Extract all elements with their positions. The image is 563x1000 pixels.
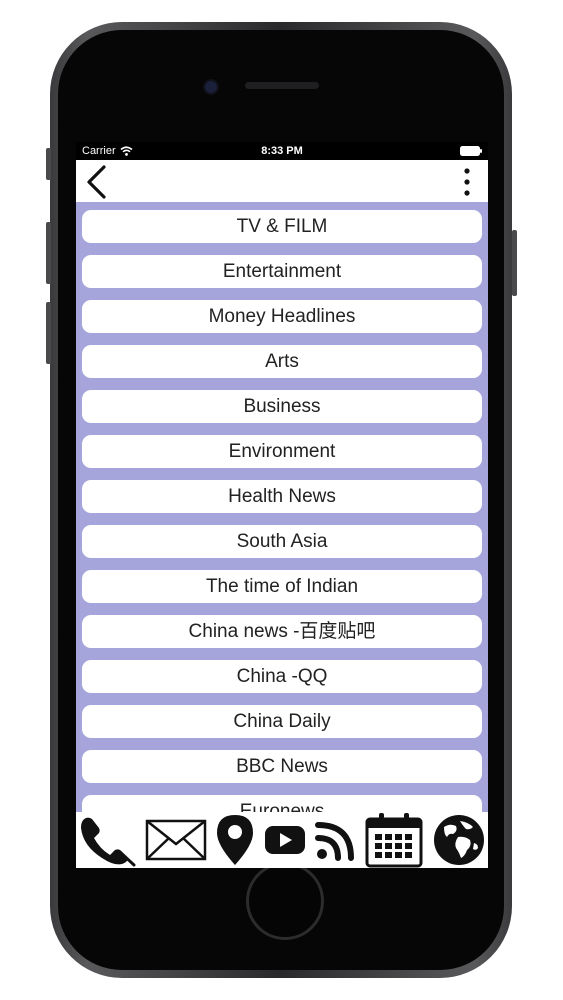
location-tab[interactable] [215, 813, 255, 867]
home-button[interactable] [246, 862, 324, 940]
category-item-china-qq[interactable]: China -QQ [82, 660, 482, 693]
phone-tab[interactable] [78, 812, 136, 868]
category-item-china-news-baidu[interactable]: China news -百度贴吧 [82, 615, 482, 648]
app-screen: Carrier 8:33 PM TV & FILM Entertainment … [76, 142, 488, 868]
battery-icon [460, 146, 482, 156]
calendar-tab[interactable] [365, 812, 423, 868]
category-item-business[interactable]: Business [82, 390, 482, 423]
navigation-bar [76, 160, 488, 202]
volume-up-button [46, 222, 51, 284]
globe-icon [433, 815, 484, 865]
category-item-china-daily[interactable]: China Daily [82, 705, 482, 738]
more-options-button[interactable] [460, 164, 474, 200]
category-item-euronews[interactable]: Euronews [82, 795, 482, 812]
volume-down-button [46, 302, 51, 364]
earpiece-speaker [245, 82, 319, 89]
front-camera [203, 79, 219, 95]
power-button [512, 230, 517, 296]
globe-tab[interactable] [432, 813, 486, 867]
category-item-money-headlines[interactable]: Money Headlines [82, 300, 482, 333]
back-button[interactable] [82, 164, 112, 200]
category-list[interactable]: TV & FILM Entertainment Money Headlines … [76, 202, 488, 812]
category-item-south-asia[interactable]: South Asia [82, 525, 482, 558]
category-item-arts[interactable]: Arts [82, 345, 482, 378]
youtube-icon [264, 826, 305, 854]
more-vertical-icon [464, 168, 470, 196]
status-bar: Carrier 8:33 PM [76, 142, 488, 160]
mute-switch [46, 148, 51, 180]
chevron-left-icon [87, 165, 106, 199]
rss-icon [314, 822, 354, 861]
rss-tab[interactable] [314, 819, 357, 861]
mail-icon [145, 819, 206, 861]
youtube-tab[interactable] [264, 825, 306, 855]
phone-icon [81, 817, 136, 867]
mail-tab[interactable] [145, 818, 207, 862]
category-item-environment[interactable]: Environment [82, 435, 482, 468]
status-time: 8:33 PM [261, 145, 303, 157]
category-item-bbc-news[interactable]: BBC News [82, 750, 482, 783]
category-item-health-news[interactable]: Health News [82, 480, 482, 513]
category-item-tv-film[interactable]: TV & FILM [82, 210, 482, 243]
location-pin-icon [217, 815, 254, 865]
calendar-icon [365, 813, 423, 868]
category-item-entertainment[interactable]: Entertainment [82, 255, 482, 288]
bottom-tab-bar [76, 812, 488, 868]
category-item-time-of-indian[interactable]: The time of Indian [82, 570, 482, 603]
